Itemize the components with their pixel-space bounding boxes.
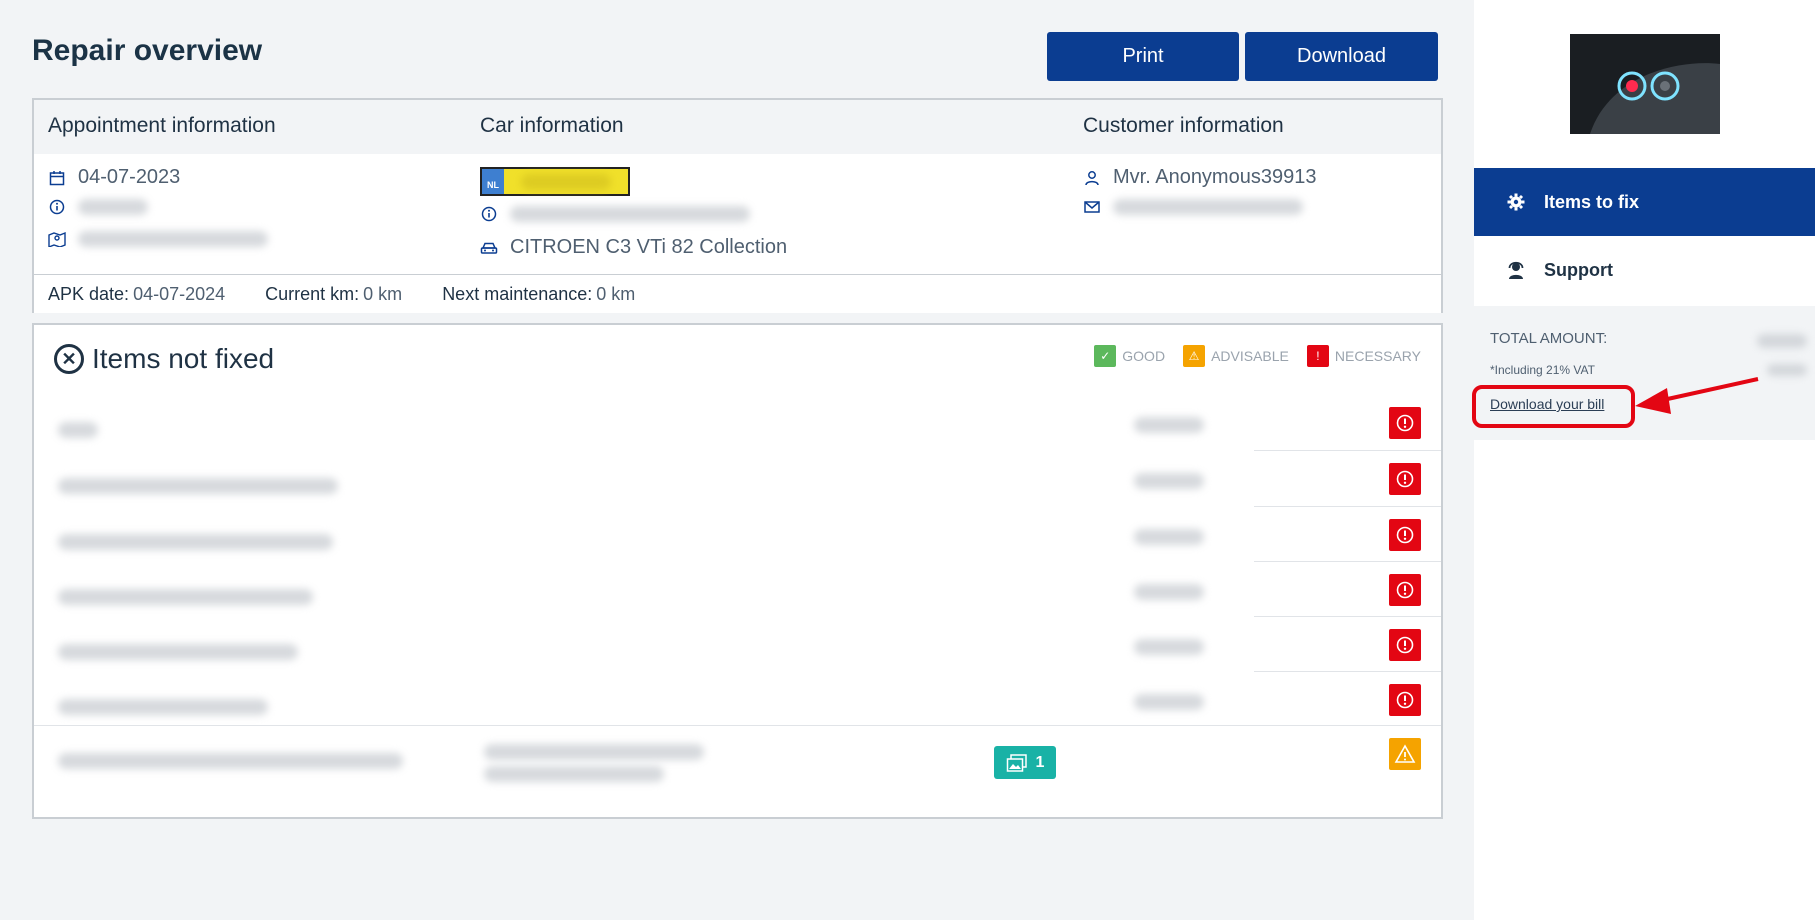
customer-email-row bbox=[1083, 198, 1303, 216]
main-content: Repair overview Print Download Appointme… bbox=[0, 0, 1474, 920]
customer-name-row: Mvr. Anonymous39913 bbox=[1083, 166, 1316, 189]
item-row[interactable] bbox=[34, 507, 1441, 562]
image-icon bbox=[1006, 753, 1027, 772]
close-circle-icon: ✕ bbox=[54, 344, 84, 374]
appointment-date: 04-07-2023 bbox=[78, 166, 181, 188]
calendar-icon bbox=[48, 169, 66, 187]
car-icon bbox=[480, 239, 498, 257]
km-value: 0 km bbox=[363, 283, 403, 304]
gear-icon bbox=[1506, 192, 1526, 212]
item-price bbox=[1134, 473, 1204, 489]
apk-label: APK date: bbox=[48, 283, 130, 304]
item-name bbox=[58, 699, 268, 715]
redacted-text bbox=[510, 206, 750, 222]
warning-icon: ⚠ bbox=[1183, 345, 1206, 367]
status-legend: ✓ GOOD ⚠ ADVISABLE ! NECESSARY bbox=[1076, 345, 1421, 367]
item-row[interactable] bbox=[34, 451, 1441, 506]
necessary-badge bbox=[1389, 407, 1421, 439]
apk-value: 04-07-2024 bbox=[133, 283, 226, 304]
sidebar: Items to fix Support TOTAL AMOUNT: *Incl… bbox=[1474, 0, 1815, 920]
redacted-text bbox=[78, 231, 268, 247]
page-title: Repair overview bbox=[32, 34, 263, 67]
item-note bbox=[484, 744, 704, 760]
car-model-row: CITROEN C3 VTi 82 Collection bbox=[480, 236, 787, 259]
support-icon bbox=[1506, 260, 1526, 280]
license-plate: NL bbox=[480, 167, 630, 196]
legend-good: ✓ GOOD bbox=[1094, 345, 1165, 367]
download-button[interactable]: Download bbox=[1245, 32, 1438, 81]
advisable-badge bbox=[1389, 738, 1421, 770]
print-button[interactable]: Print bbox=[1047, 32, 1239, 81]
customer-name: Mvr. Anonymous39913 bbox=[1113, 166, 1317, 188]
item-name bbox=[58, 589, 313, 605]
item-price bbox=[1134, 584, 1204, 600]
items-title-row: ✕ Items not fixed bbox=[54, 343, 274, 375]
appointment-location-row bbox=[48, 230, 268, 248]
item-name bbox=[58, 534, 333, 550]
item-name bbox=[58, 478, 338, 494]
appointment-info-row bbox=[48, 198, 148, 216]
redacted-text bbox=[78, 199, 148, 215]
map-icon bbox=[48, 230, 66, 248]
customer-header: Customer information bbox=[1083, 114, 1284, 137]
necessary-badge bbox=[1389, 574, 1421, 606]
mail-icon bbox=[1083, 198, 1101, 216]
car-info-row bbox=[480, 205, 750, 223]
redacted-total bbox=[1757, 334, 1807, 348]
item-price bbox=[1134, 639, 1204, 655]
info-header: Appointment information Car information … bbox=[34, 100, 1441, 154]
item-price bbox=[1134, 417, 1204, 433]
redacted-vat bbox=[1767, 364, 1807, 376]
item-note bbox=[484, 766, 664, 782]
info-icon bbox=[48, 198, 66, 216]
redacted-email bbox=[1113, 199, 1303, 215]
item-row[interactable] bbox=[34, 672, 1441, 727]
item-row[interactable]: 1 bbox=[34, 725, 1441, 787]
item-price bbox=[1134, 694, 1204, 710]
car-model: CITROEN C3 VTi 82 Collection bbox=[510, 236, 788, 258]
info-footer: APK date: 04-07-2024 Current km: 0 km Ne… bbox=[34, 274, 1441, 313]
necessary-badge bbox=[1389, 519, 1421, 551]
items-card: ✕ Items not fixed ✓ GOOD ⚠ ADVISABLE ! NECE… bbox=[32, 323, 1443, 819]
necessary-badge bbox=[1389, 629, 1421, 661]
highlight-box bbox=[1472, 385, 1635, 428]
necessary-badge bbox=[1389, 463, 1421, 495]
item-name bbox=[58, 753, 403, 769]
item-name bbox=[58, 422, 98, 438]
photo-count: 1 bbox=[1035, 753, 1045, 771]
car-thumbnail bbox=[1570, 34, 1720, 134]
item-price bbox=[1134, 529, 1204, 545]
legend-advisable: ⚠ ADVISABLE bbox=[1183, 345, 1289, 367]
redacted-plate bbox=[521, 173, 611, 190]
nav-support-label: Support bbox=[1544, 259, 1613, 280]
item-name bbox=[58, 644, 298, 660]
item-row[interactable] bbox=[34, 562, 1441, 617]
item-row[interactable] bbox=[34, 395, 1441, 450]
necessary-badge bbox=[1389, 684, 1421, 716]
legend-necessary: ! NECESSARY bbox=[1306, 345, 1421, 367]
exclamation-icon: ! bbox=[1306, 345, 1329, 367]
nav-support[interactable]: Support bbox=[1474, 236, 1815, 304]
info-card: Appointment information Car information … bbox=[32, 98, 1443, 313]
vat-note: *Including 21% VAT bbox=[1490, 363, 1595, 377]
items-title: Items not fixed bbox=[92, 343, 275, 374]
item-row[interactable] bbox=[34, 617, 1441, 672]
maintenance-value: 0 km bbox=[596, 283, 636, 304]
km-label: Current km: bbox=[265, 283, 360, 304]
nav-items-to-fix[interactable]: Items to fix bbox=[1474, 168, 1815, 236]
user-icon bbox=[1083, 169, 1101, 187]
plate-country: NL bbox=[482, 169, 504, 194]
arrow-annotation bbox=[1635, 377, 1759, 414]
photo-badge[interactable]: 1 bbox=[994, 746, 1056, 779]
maintenance-label: Next maintenance: bbox=[442, 283, 593, 304]
nav-items-to-fix-label: Items to fix bbox=[1544, 191, 1640, 212]
appointment-date-row: 04-07-2023 bbox=[48, 166, 180, 189]
good-icon: ✓ bbox=[1094, 345, 1117, 367]
info-icon bbox=[480, 205, 498, 223]
car-header: Car information bbox=[480, 114, 624, 137]
total-amount-label: TOTAL AMOUNT: bbox=[1490, 330, 1608, 347]
appointment-header: Appointment information bbox=[48, 114, 276, 137]
